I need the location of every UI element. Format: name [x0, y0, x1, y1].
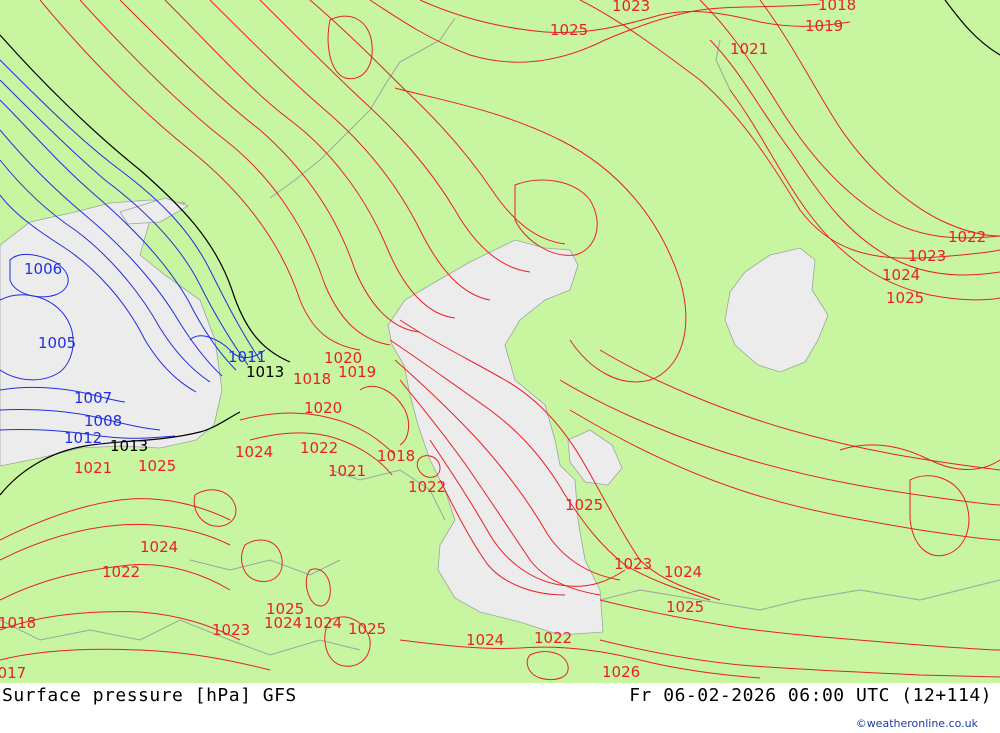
- isobar-label: 1023: [908, 247, 946, 265]
- isobar-label: 1017: [0, 664, 26, 682]
- valid-time: Fr 06-02-2026 06:00 UTC (12+114): [629, 685, 992, 706]
- isobar-label: 1013: [110, 437, 148, 455]
- pressure-map: 1023 1018 1019 1025 1021 1022 1023 1024 …: [0, 0, 1000, 683]
- isobar-label: 1021: [74, 459, 112, 477]
- isobar-label: 1025: [266, 600, 304, 618]
- isobar-label: 1020: [304, 399, 342, 417]
- isobar-label: 1023: [614, 555, 652, 573]
- isobar-label: 1025: [550, 21, 588, 39]
- isobar-label: 1007: [74, 389, 112, 407]
- isobar-label: 1021: [730, 40, 768, 58]
- isobar-label: 1008: [84, 412, 122, 430]
- isobar-label: 1022: [300, 439, 338, 457]
- isobar-label: 1018: [0, 614, 36, 632]
- isobar-label: 1024: [466, 631, 504, 649]
- isobar-label: 1023: [612, 0, 650, 15]
- map-footer: Surface pressure [hPa] GFS Fr 06-02-2026…: [0, 683, 1000, 733]
- isobar-label: 1024: [664, 563, 702, 581]
- isobar-label: 1025: [565, 496, 603, 514]
- isobar-label: 1024: [304, 614, 342, 632]
- isobar-label: 1012: [64, 429, 102, 447]
- isobar-label: 1025: [666, 598, 704, 616]
- isobar-label: 1026: [602, 663, 640, 681]
- isobar-label: 1021: [328, 462, 366, 480]
- isobar-label: 1022: [408, 478, 446, 496]
- isobar-label: 1018: [818, 0, 856, 14]
- isobar-label: 1018: [293, 370, 331, 388]
- isobar-label: 1022: [534, 629, 572, 647]
- isobar-label: 1019: [805, 17, 843, 35]
- isobar-label: 1025: [348, 620, 386, 638]
- isobar-label: 1006: [24, 260, 62, 278]
- isobar-label: 1023: [212, 621, 250, 639]
- isobar-label: 1024: [882, 266, 920, 284]
- isobar-label: 1022: [102, 563, 140, 581]
- isobar-label: 1025: [138, 457, 176, 475]
- credit-link[interactable]: ©weatheronline.co.uk: [856, 717, 978, 730]
- isobar-label: 1025: [886, 289, 924, 307]
- isobar-label: 1011: [228, 348, 266, 366]
- isobar-label: 1022: [948, 228, 986, 246]
- isobar-label: 1005: [38, 334, 76, 352]
- isobar-label: 1024: [235, 443, 273, 461]
- isobar-label: 1018: [377, 447, 415, 465]
- map-title: Surface pressure [hPa] GFS: [2, 685, 297, 706]
- isobar-label: 1024: [140, 538, 178, 556]
- isobar-label: 1019: [338, 363, 376, 381]
